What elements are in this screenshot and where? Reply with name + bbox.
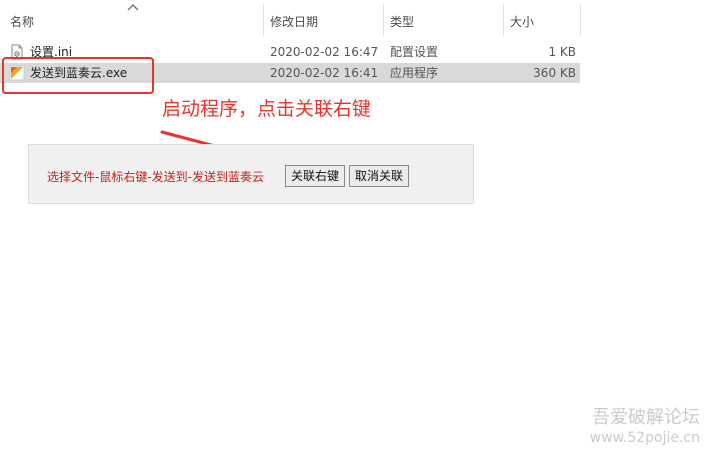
sort-ascending-icon[interactable] bbox=[126, 2, 140, 12]
highlight-box bbox=[2, 57, 154, 94]
column-header-modified[interactable]: 修改日期 bbox=[270, 14, 318, 30]
column-separator[interactable] bbox=[580, 4, 581, 36]
column-separator[interactable] bbox=[503, 4, 504, 36]
association-dialog: 选择文件-鼠标右键-发送到-发送到蓝奏云 关联右键 取消关联 bbox=[28, 144, 474, 204]
column-header-row: 名称 修改日期 类型 大小 bbox=[0, 0, 708, 36]
file-type: 应用程序 bbox=[390, 66, 439, 80]
dialog-instruction-label: 选择文件-鼠标右键-发送到-发送到蓝奏云 bbox=[47, 170, 264, 184]
column-header-type[interactable]: 类型 bbox=[390, 14, 414, 30]
column-separator[interactable] bbox=[383, 4, 384, 36]
watermark-title: 吾爱破解论坛 bbox=[592, 407, 700, 428]
file-size: 1 KB bbox=[548, 45, 576, 59]
cancel-association-button[interactable]: 取消关联 bbox=[349, 165, 410, 187]
column-separator[interactable] bbox=[263, 4, 264, 36]
associate-context-menu-button[interactable]: 关联右键 bbox=[285, 165, 346, 187]
watermark-url: www.52pojie.cn bbox=[589, 430, 700, 446]
file-modified-date: 2020-02-02 16:41 bbox=[270, 66, 379, 80]
annotation-text: 启动程序，点击关联右键 bbox=[162, 98, 372, 120]
file-type: 配置设置 bbox=[390, 45, 439, 59]
column-header-size[interactable]: 大小 bbox=[510, 14, 534, 30]
file-size: 360 KB bbox=[533, 66, 576, 80]
column-header-name[interactable]: 名称 bbox=[10, 14, 34, 30]
watermark: 吾爱破解论坛 www.52pojie.cn bbox=[590, 407, 700, 447]
file-modified-date: 2020-02-02 16:47 bbox=[270, 45, 379, 59]
